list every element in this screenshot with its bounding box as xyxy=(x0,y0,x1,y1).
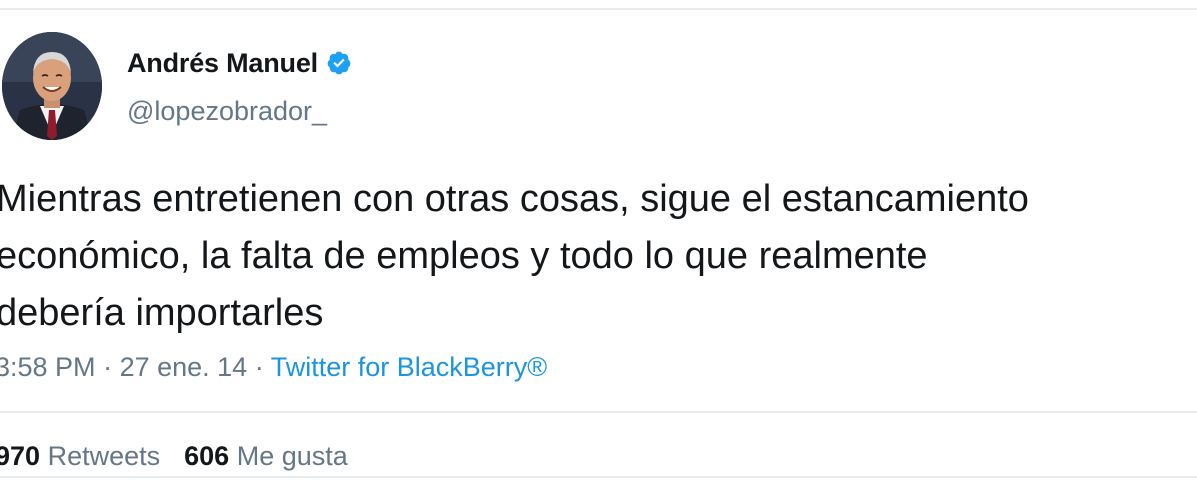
meta-separator: · xyxy=(95,352,120,382)
user-name-row: Andrés Manuel xyxy=(127,45,352,81)
tweet-source-link[interactable]: Twitter for BlackBerry® xyxy=(271,352,547,382)
tweet-text: Mientras entretienen con otras cosas, si… xyxy=(0,178,1029,334)
avatar-photo-icon xyxy=(2,32,102,140)
likes-stat[interactable]: 606 Me gusta xyxy=(184,441,348,471)
stats-top-divider xyxy=(0,411,1197,413)
tweet-time[interactable]: 3:58 PM xyxy=(0,352,96,382)
likes-count: 606 xyxy=(184,441,230,471)
user-handle[interactable]: @lopezobrador_ xyxy=(127,96,327,127)
retweets-count: 970 xyxy=(0,441,41,471)
tweet-meta: 3:58 PM · 27 ene. 14 · Twitter for Black… xyxy=(0,352,547,383)
retweets-label: Retweets xyxy=(47,441,161,471)
meta-separator: · xyxy=(247,352,271,382)
stats-bottom-divider xyxy=(0,476,1197,478)
retweets-stat[interactable]: 970 Retweets xyxy=(0,441,160,471)
user-display-name[interactable]: Andrés Manuel xyxy=(127,48,318,79)
likes-label: Me gusta xyxy=(236,441,348,471)
avatar[interactable] xyxy=(2,32,102,140)
tweet-stats: 970 Retweets 606 Me gusta xyxy=(0,441,348,472)
top-divider xyxy=(0,8,1197,10)
tweet-date[interactable]: 27 ene. 14 xyxy=(120,352,248,382)
verified-badge-icon xyxy=(327,51,351,75)
